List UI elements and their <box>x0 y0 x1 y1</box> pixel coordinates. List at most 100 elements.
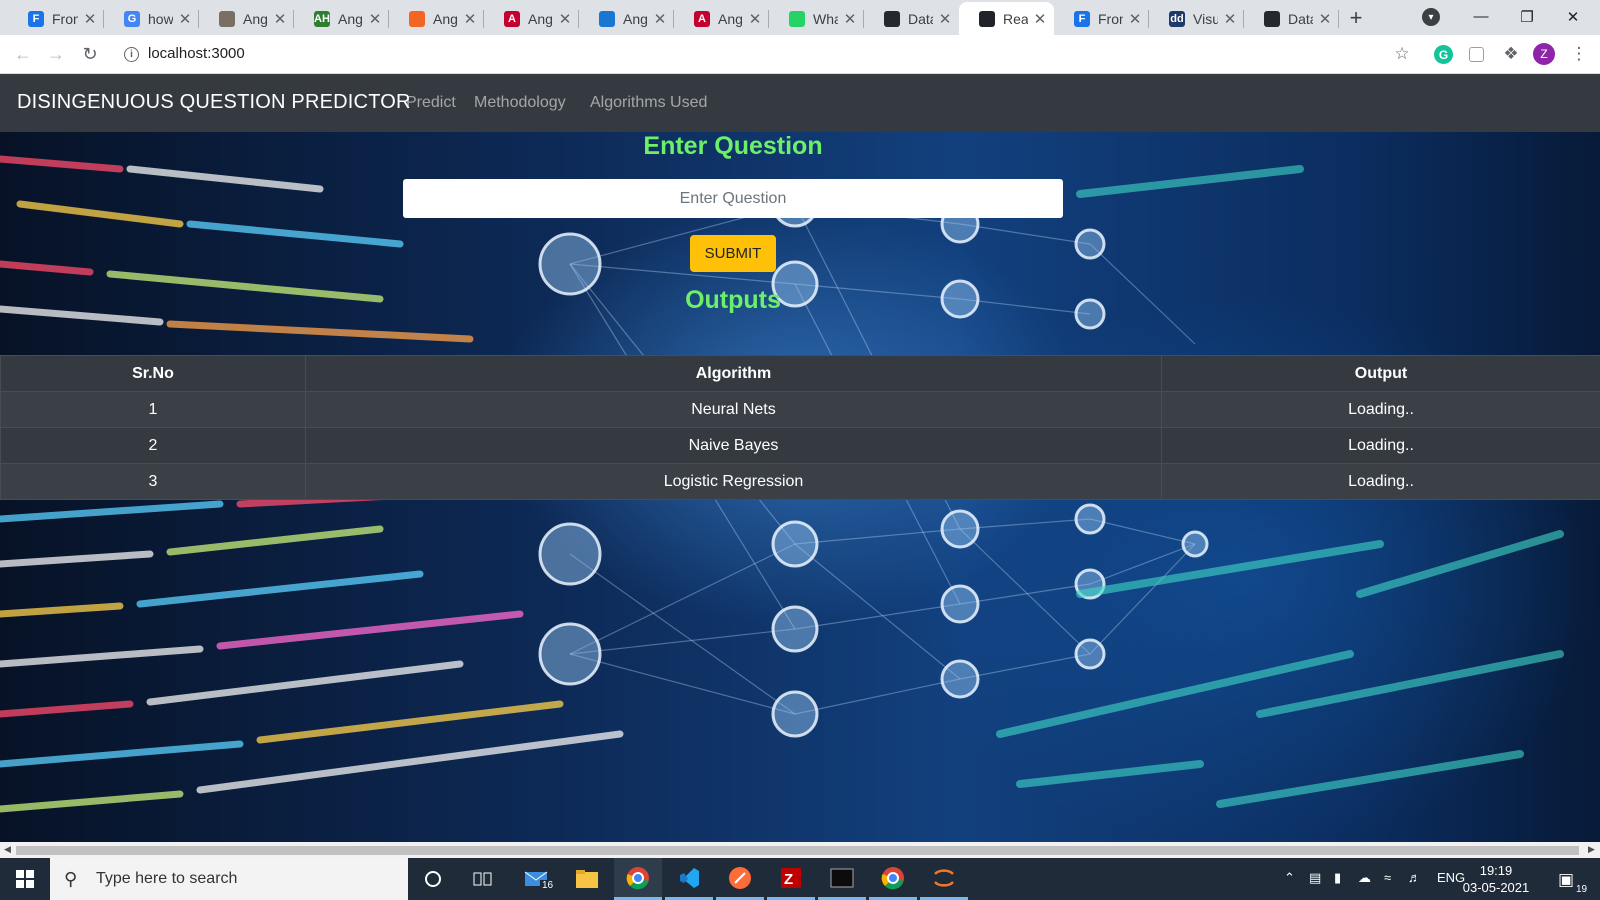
taskbar-search-placeholder: Type here to search <box>96 870 238 887</box>
filezilla-icon[interactable]: Z <box>767 858 815 900</box>
react-icon <box>979 10 995 27</box>
mail-icon[interactable]: 16 <box>512 858 560 900</box>
browser-tab[interactable]: dd Visu ✕ <box>1149 2 1244 35</box>
file-explorer-icon[interactable] <box>563 858 611 900</box>
restore-button[interactable]: ❐ <box>1504 0 1550 33</box>
show-hidden-icons-chevron[interactable]: ⌃ <box>1284 870 1295 886</box>
browser-tab[interactable]: AH Angu✕ <box>294 2 389 35</box>
browser-tab[interactable]: Reac✕ <box>959 2 1054 35</box>
tab-close-icon[interactable]: ✕ <box>1032 10 1048 28</box>
submit-button[interactable]: SUBMIT <box>690 235 776 272</box>
tab-close-icon[interactable]: ✕ <box>652 10 668 28</box>
postman-icon[interactable] <box>716 858 764 900</box>
angular-icon: A <box>504 10 520 27</box>
tab-close-icon[interactable]: ✕ <box>462 10 478 28</box>
meet-now-icon[interactable]: ▤ <box>1309 870 1321 886</box>
sr-no-cell: 1 <box>0 391 306 428</box>
close-window-button[interactable]: ✕ <box>1550 0 1596 33</box>
windows-start-icon[interactable] <box>0 858 50 900</box>
tab-close-icon[interactable]: ✕ <box>272 10 288 28</box>
browser-tab[interactable]: F Front✕ <box>8 2 104 35</box>
clock-date: 03-05-2021 <box>1462 880 1530 895</box>
tab-search-icon[interactable]: ▾ <box>1422 8 1440 26</box>
nav-link-predict[interactable]: Predict <box>406 94 456 112</box>
tab-label: Angu <box>243 10 268 27</box>
output-cell: Loading.. <box>1161 427 1600 464</box>
tab-close-icon[interactable]: ✕ <box>367 10 383 28</box>
cloud-icon[interactable]: ☁ <box>1358 870 1371 886</box>
bookmark-star-icon[interactable]: ☆ <box>1391 43 1413 65</box>
grammarly-extension-icon[interactable]: G <box>1434 45 1453 64</box>
github-icon <box>1264 10 1280 27</box>
notification-badge: 19 <box>1574 884 1590 895</box>
forward-arrow-icon[interactable]: → <box>43 41 69 67</box>
browser-tab[interactable]: Angu✕ <box>579 2 674 35</box>
browser-tab[interactable]: A Angu✕ <box>484 2 579 35</box>
column-header-output: Output <box>1161 355 1600 392</box>
tab-close-icon[interactable]: ✕ <box>177 10 193 28</box>
column-header-sr-no: Sr.No <box>0 355 306 392</box>
github-icon <box>884 10 900 27</box>
back-arrow-icon[interactable]: ← <box>10 41 36 67</box>
question-input[interactable] <box>403 179 1063 218</box>
browser-tab[interactable]: Ghow ✕ <box>104 2 199 35</box>
nav-link-methodology[interactable]: Methodology <box>474 94 566 112</box>
chrome-icon[interactable] <box>614 858 662 900</box>
wifi-icon[interactable]: ≈ <box>1384 870 1391 885</box>
tab-label: Angu <box>528 10 553 27</box>
tab-close-icon[interactable]: ✕ <box>1317 10 1333 28</box>
browser-tab[interactable]: Angu✕ <box>389 2 484 35</box>
volume-icon[interactable]: ♬ <box>1408 870 1421 885</box>
site-brand[interactable]: DISINGENUOUS QUESTION PREDICTOR <box>17 91 411 114</box>
stackblitz-icon: F <box>28 10 44 27</box>
tab-close-icon[interactable]: ✕ <box>1222 10 1238 28</box>
tab-close-icon[interactable]: ✕ <box>82 10 98 28</box>
browser-tab[interactable]: Data✕ <box>864 2 959 35</box>
notification-center-icon[interactable]: ▣ <box>1558 870 1574 890</box>
tab-label: Data <box>908 10 933 27</box>
profile-avatar[interactable]: Z <box>1533 43 1555 65</box>
browser-tab[interactable]: A Angu✕ <box>674 2 769 35</box>
visualization-icon: dd <box>1169 10 1185 27</box>
horizontal-scrollbar[interactable]: ◀ ▶ <box>0 842 1600 858</box>
library-icon <box>219 10 235 27</box>
new-tab-button[interactable]: + <box>1342 4 1370 32</box>
tab-close-icon[interactable]: ✕ <box>747 10 763 28</box>
results-table: Sr.No Algorithm Output 1 Neural Nets Loa… <box>0 355 1600 500</box>
terminal-icon[interactable] <box>818 858 866 900</box>
extensions-puzzle-icon[interactable]: ❖ <box>1500 43 1522 65</box>
vscode-icon[interactable] <box>665 858 713 900</box>
tab-label: how <box>148 10 173 27</box>
extension-icon[interactable] <box>1469 47 1484 62</box>
menu-kebab-icon[interactable]: ⋮ <box>1568 43 1590 65</box>
tab-label: Fron <box>1098 10 1123 27</box>
tab-label: Angu <box>338 10 363 27</box>
nav-link-algorithms-used[interactable]: Algorithms Used <box>590 94 707 112</box>
system-clock[interactable]: 19:19 03-05-2021 <box>1458 862 1534 896</box>
browser-tab[interactable]: F Fron ✕ <box>1054 2 1149 35</box>
tab-close-icon[interactable]: ✕ <box>1127 10 1143 28</box>
address-bar[interactable]: localhost:3000 <box>148 45 245 62</box>
tab-label: Data <box>1288 10 1313 27</box>
reload-icon[interactable]: ↻ <box>77 41 103 67</box>
jupyter-icon[interactable] <box>920 858 968 900</box>
minimize-button[interactable]: — <box>1458 0 1504 33</box>
tab-close-icon[interactable]: ✕ <box>842 10 858 28</box>
scroll-left-arrow-icon[interactable]: ◀ <box>4 844 11 855</box>
cortana-icon[interactable] <box>409 858 457 900</box>
battery-icon[interactable]: ▮ <box>1334 870 1341 886</box>
stackblitz-icon: F <box>1074 10 1090 27</box>
chrome-secondary-icon[interactable] <box>869 858 917 900</box>
browser-tab[interactable]: Wha ✕ <box>769 2 864 35</box>
tab-close-icon[interactable]: ✕ <box>937 10 953 28</box>
browser-tab[interactable]: Data✕ <box>1244 2 1339 35</box>
browser-tab[interactable]: Angu✕ <box>199 2 294 35</box>
taskbar-search-box[interactable]: ⚲ Type here to search <box>50 858 408 900</box>
tab-close-icon[interactable]: ✕ <box>557 10 573 28</box>
algorithm-cell: Naive Bayes <box>305 427 1162 464</box>
scroll-right-arrow-icon[interactable]: ▶ <box>1588 844 1595 855</box>
table-row: 3 Logistic Regression Loading.. <box>0 463 1600 500</box>
site-info-icon[interactable]: i <box>124 47 139 62</box>
scrollbar-thumb[interactable] <box>16 846 1579 855</box>
task-view-icon[interactable] <box>459 858 507 900</box>
